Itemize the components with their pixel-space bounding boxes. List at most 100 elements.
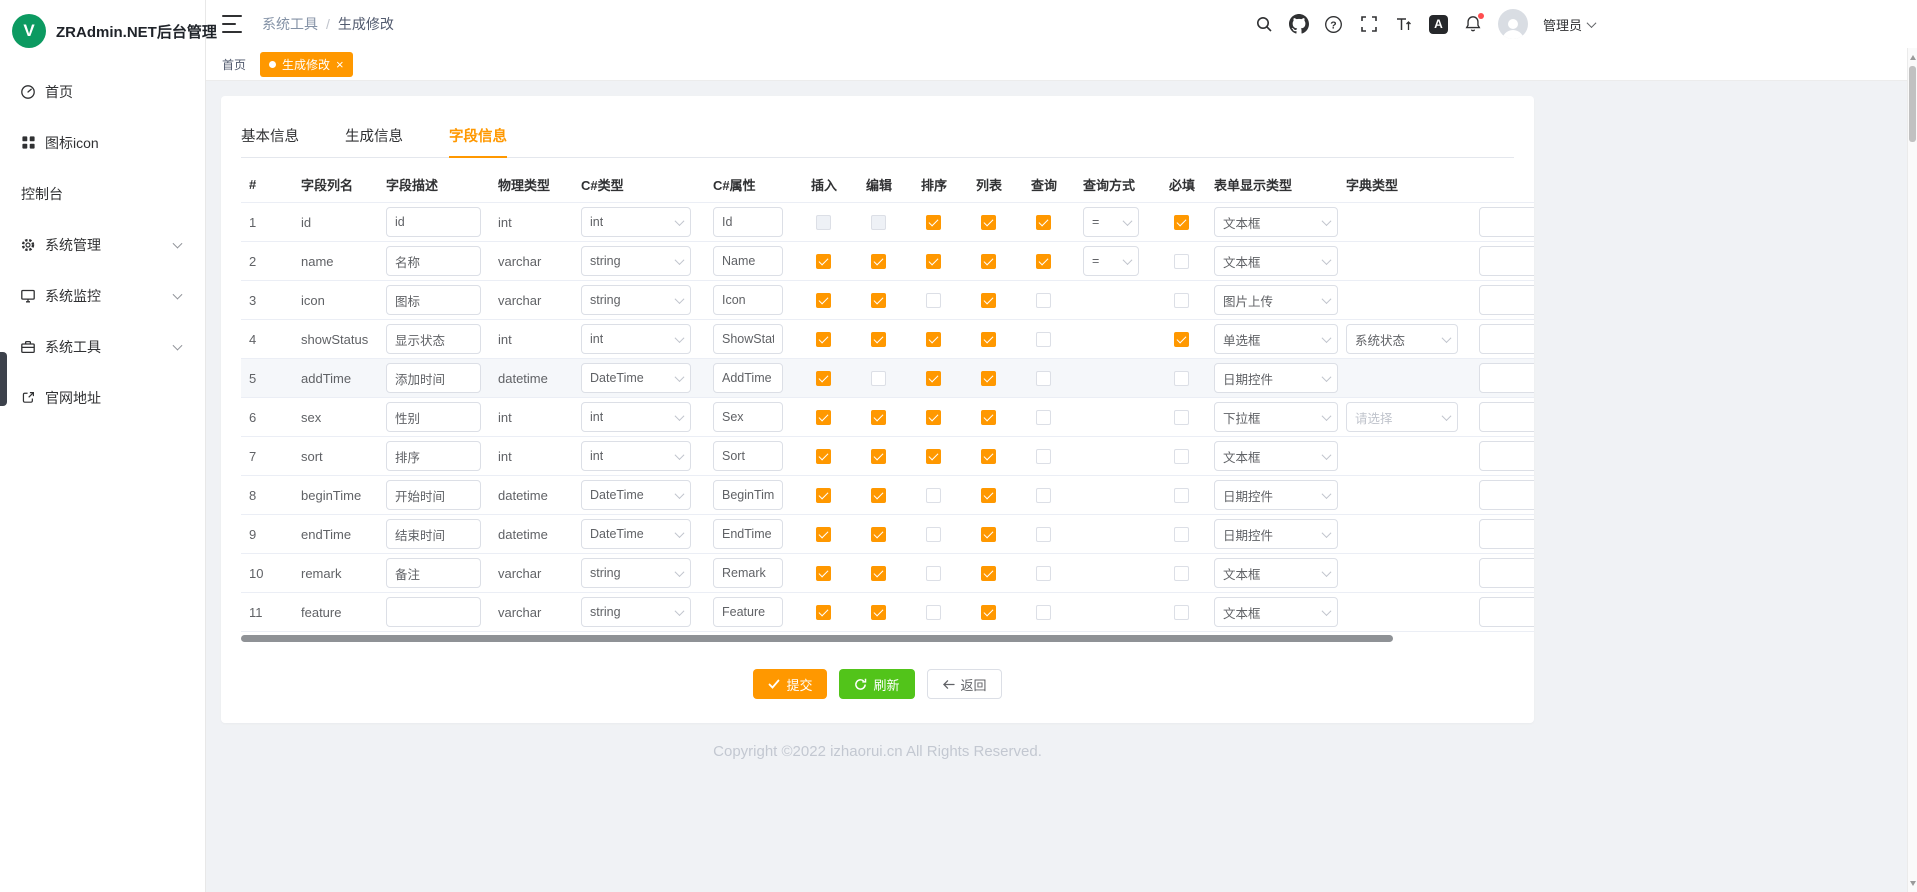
list-checkbox[interactable] <box>981 254 996 269</box>
sort-checkbox[interactable] <box>926 254 941 269</box>
insert-checkbox[interactable] <box>816 254 831 269</box>
query-checkbox[interactable] <box>1036 371 1051 386</box>
insert-checkbox[interactable] <box>816 371 831 386</box>
list-checkbox[interactable] <box>981 293 996 308</box>
csharp-type-select[interactable]: int <box>581 207 691 237</box>
required-checkbox[interactable] <box>1174 605 1189 620</box>
edit-checkbox[interactable] <box>871 410 886 425</box>
extra-input[interactable] <box>1479 519 1534 549</box>
insert-checkbox[interactable] <box>816 410 831 425</box>
form-display-type-select[interactable]: 日期控件 <box>1214 363 1338 393</box>
query-checkbox[interactable] <box>1036 410 1051 425</box>
form-display-type-select[interactable]: 下拉框 <box>1214 402 1338 432</box>
tab-field-info[interactable]: 字段信息 <box>449 118 507 157</box>
tab-gen-info[interactable]: 生成信息 <box>345 118 403 157</box>
field-description-input[interactable] <box>386 324 481 354</box>
required-checkbox[interactable] <box>1174 488 1189 503</box>
list-checkbox[interactable] <box>981 488 996 503</box>
csharp-property-input[interactable] <box>713 558 783 588</box>
field-description-input[interactable] <box>386 480 481 510</box>
csharp-type-select[interactable]: DateTime <box>581 363 691 393</box>
sidebar-drag-handle[interactable] <box>0 352 7 406</box>
field-description-input[interactable] <box>386 441 481 471</box>
form-display-type-select[interactable]: 单选框 <box>1214 324 1338 354</box>
scroll-down-arrow[interactable] <box>1908 876 1917 890</box>
edit-checkbox[interactable] <box>871 605 886 620</box>
field-description-input[interactable] <box>386 558 481 588</box>
query-checkbox[interactable] <box>1036 332 1051 347</box>
sort-checkbox[interactable] <box>926 371 941 386</box>
list-checkbox[interactable] <box>981 566 996 581</box>
query-checkbox[interactable] <box>1036 527 1051 542</box>
insert-checkbox[interactable] <box>816 527 831 542</box>
required-checkbox[interactable] <box>1174 215 1189 230</box>
field-description-input[interactable] <box>386 246 481 276</box>
edit-checkbox[interactable] <box>871 215 886 230</box>
menu-fold-icon[interactable] <box>222 15 242 33</box>
github-icon[interactable] <box>1289 14 1309 34</box>
list-checkbox[interactable] <box>981 527 996 542</box>
vertical-scrollbar-thumb[interactable] <box>1909 66 1916 142</box>
form-display-type-select[interactable]: 文本框 <box>1214 246 1338 276</box>
submit-button[interactable]: 提交 <box>753 669 827 699</box>
sort-checkbox[interactable] <box>926 215 941 230</box>
query-mode-select[interactable]: = <box>1083 207 1139 237</box>
insert-checkbox[interactable] <box>816 605 831 620</box>
edit-checkbox[interactable] <box>871 449 886 464</box>
list-checkbox[interactable] <box>981 332 996 347</box>
edit-checkbox[interactable] <box>871 332 886 347</box>
extra-input[interactable] <box>1479 558 1534 588</box>
dict-type-select[interactable]: 系统状态 <box>1346 324 1458 354</box>
insert-checkbox[interactable] <box>816 332 831 347</box>
sidebar-item-system-tools[interactable]: 系统工具 <box>0 321 205 372</box>
query-checkbox[interactable] <box>1036 566 1051 581</box>
form-display-type-select[interactable]: 文本框 <box>1214 597 1338 627</box>
sort-checkbox[interactable] <box>926 488 941 503</box>
csharp-property-input[interactable] <box>713 207 783 237</box>
field-description-input[interactable] <box>386 363 481 393</box>
extra-input[interactable] <box>1479 480 1534 510</box>
extra-input[interactable] <box>1479 363 1534 393</box>
edit-checkbox[interactable] <box>871 293 886 308</box>
insert-checkbox[interactable] <box>816 488 831 503</box>
csharp-property-input[interactable] <box>713 597 783 627</box>
font-size-icon[interactable] <box>1394 14 1414 34</box>
required-checkbox[interactable] <box>1174 566 1189 581</box>
form-display-type-select[interactable]: 日期控件 <box>1214 480 1338 510</box>
query-checkbox[interactable] <box>1036 449 1051 464</box>
tag-home[interactable]: 首页 <box>222 56 246 73</box>
sidebar-item-website[interactable]: 官网地址 <box>0 372 205 423</box>
csharp-type-select[interactable]: string <box>581 558 691 588</box>
required-checkbox[interactable] <box>1174 449 1189 464</box>
form-display-type-select[interactable]: 日期控件 <box>1214 519 1338 549</box>
language-icon[interactable]: A <box>1429 15 1448 34</box>
query-mode-select[interactable]: = <box>1083 246 1139 276</box>
query-checkbox[interactable] <box>1036 254 1051 269</box>
csharp-property-input[interactable] <box>713 246 783 276</box>
extra-input[interactable] <box>1479 207 1534 237</box>
extra-input[interactable] <box>1479 246 1534 276</box>
edit-checkbox[interactable] <box>871 566 886 581</box>
fullscreen-icon[interactable] <box>1359 14 1379 34</box>
help-icon[interactable]: ? <box>1324 14 1344 34</box>
refresh-button[interactable]: 刷新 <box>839 669 914 699</box>
csharp-type-select[interactable]: int <box>581 402 691 432</box>
csharp-property-input[interactable] <box>713 519 783 549</box>
csharp-property-input[interactable] <box>713 363 783 393</box>
sort-checkbox[interactable] <box>926 449 941 464</box>
app-logo-row[interactable]: V ZRAdmin.NET后台管理 <box>0 0 205 60</box>
csharp-property-input[interactable] <box>713 402 783 432</box>
breadcrumb-parent[interactable]: 系统工具 <box>262 14 318 34</box>
edit-checkbox[interactable] <box>871 488 886 503</box>
sidebar-item-console[interactable]: 控制台 <box>0 168 205 219</box>
bell-icon[interactable] <box>1463 14 1483 34</box>
form-display-type-select[interactable]: 文本框 <box>1214 558 1338 588</box>
search-icon[interactable] <box>1254 14 1274 34</box>
close-icon[interactable]: × <box>336 58 344 71</box>
sidebar-item-system-manage[interactable]: 系统管理 <box>0 219 205 270</box>
csharp-type-select[interactable]: string <box>581 285 691 315</box>
field-description-input[interactable] <box>386 402 481 432</box>
sidebar-item-system-monitor[interactable]: 系统监控 <box>0 270 205 321</box>
required-checkbox[interactable] <box>1174 332 1189 347</box>
form-display-type-select[interactable]: 文本框 <box>1214 207 1338 237</box>
